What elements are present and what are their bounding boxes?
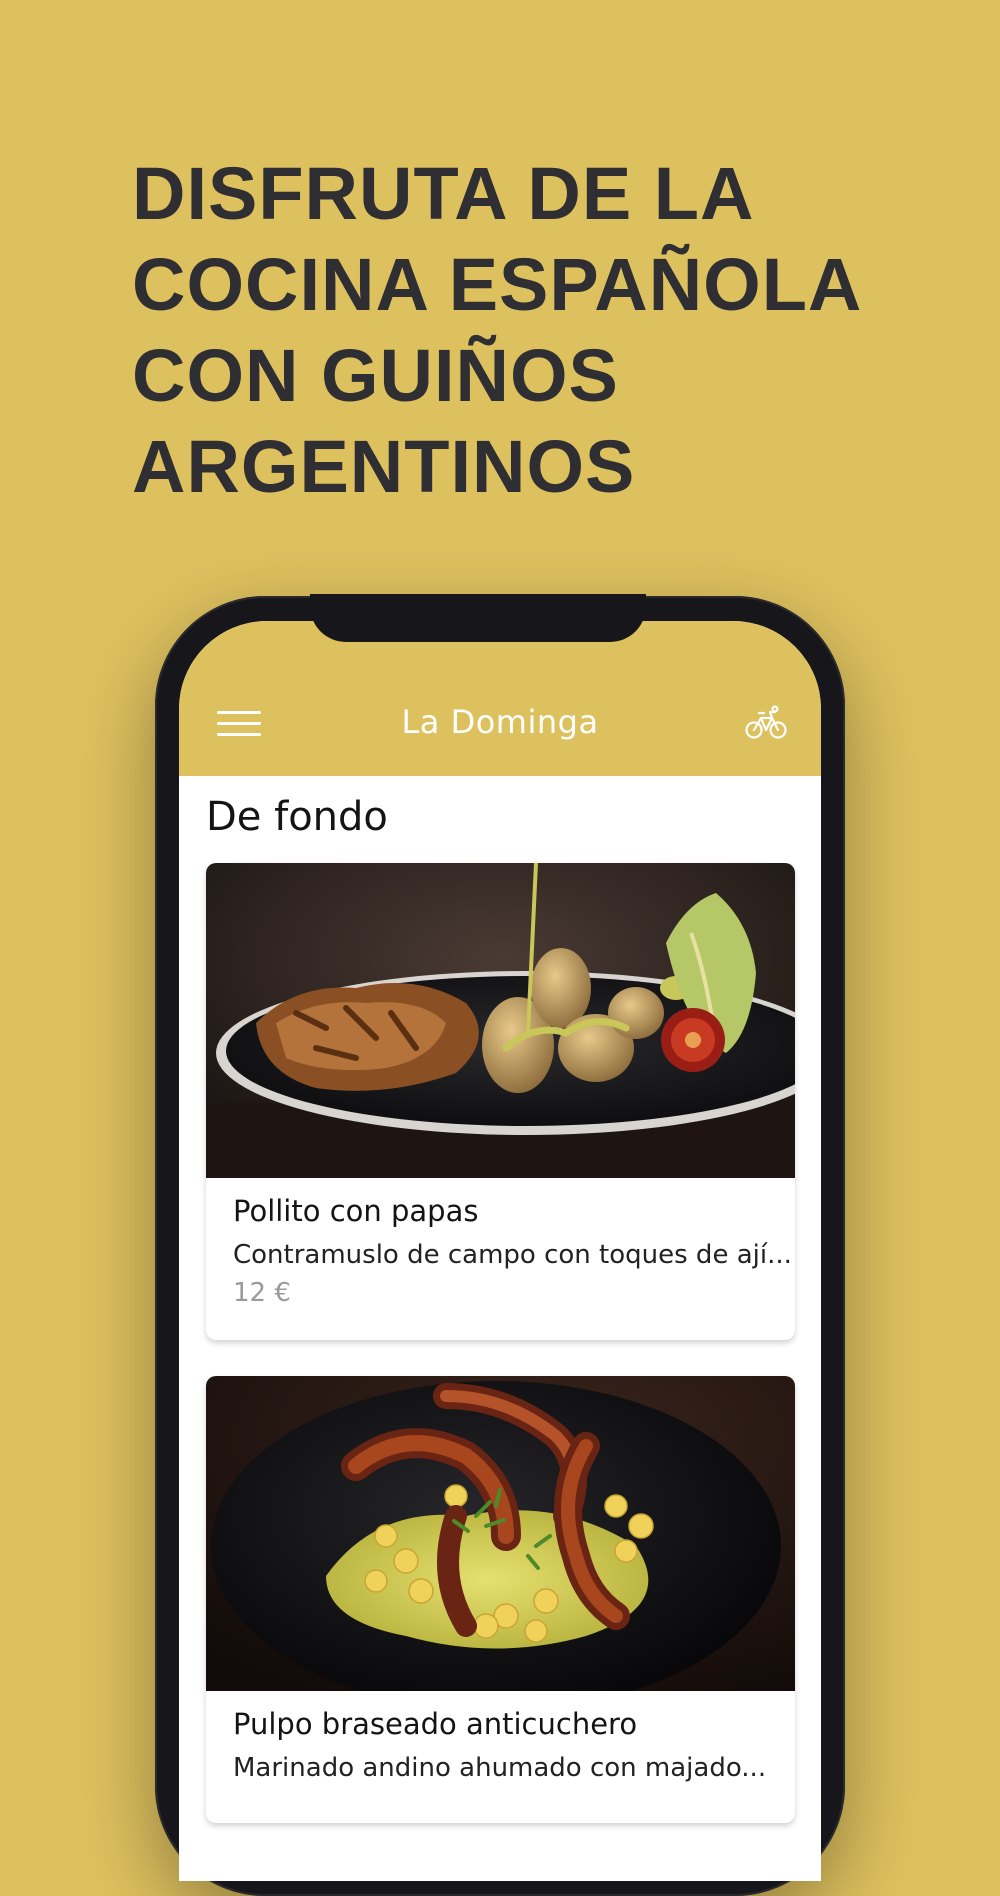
grilled-chicken-with-potatoes-photo (206, 863, 795, 1178)
phone-notch (310, 594, 646, 642)
dish-card[interactable]: Pulpo braseado anticuchero Marinado andi… (206, 1376, 795, 1823)
headline-line: DISFRUTA DE LA (132, 152, 755, 235)
headline-line: CON GUIÑOS (132, 334, 619, 417)
phone-screen: La Dominga De fondo Pollito con papas Co… (179, 621, 821, 1881)
promo-headline: DISFRUTA DE LA COCINA ESPAÑOLA CON GUIÑO… (132, 148, 932, 512)
dish-card[interactable]: Pollito con papas Contramuslo de campo c… (206, 863, 795, 1340)
phone-mockup: La Dominga De fondo Pollito con papas Co… (155, 594, 845, 1896)
section-title: De fondo (206, 794, 388, 840)
bicycle-icon[interactable] (745, 705, 787, 741)
menu-content: De fondo Pollito con papas Contramuslo d… (179, 776, 821, 1881)
dish-description: Marinado andino ahumado con majado... (233, 1753, 767, 1783)
app-title: La Dominga (401, 703, 599, 741)
braised-octopus-photo (206, 1376, 795, 1691)
headline-line: ARGENTINOS (132, 425, 636, 508)
dish-description: Contramuslo de campo con toques de ají..… (233, 1240, 792, 1270)
dish-name: Pulpo braseado anticuchero (233, 1707, 638, 1741)
dish-price: 12 € (233, 1278, 291, 1308)
headline-line: COCINA ESPAÑOLA (132, 243, 863, 326)
app-header: La Dominga (179, 621, 821, 776)
dish-name: Pollito con papas (233, 1194, 479, 1228)
